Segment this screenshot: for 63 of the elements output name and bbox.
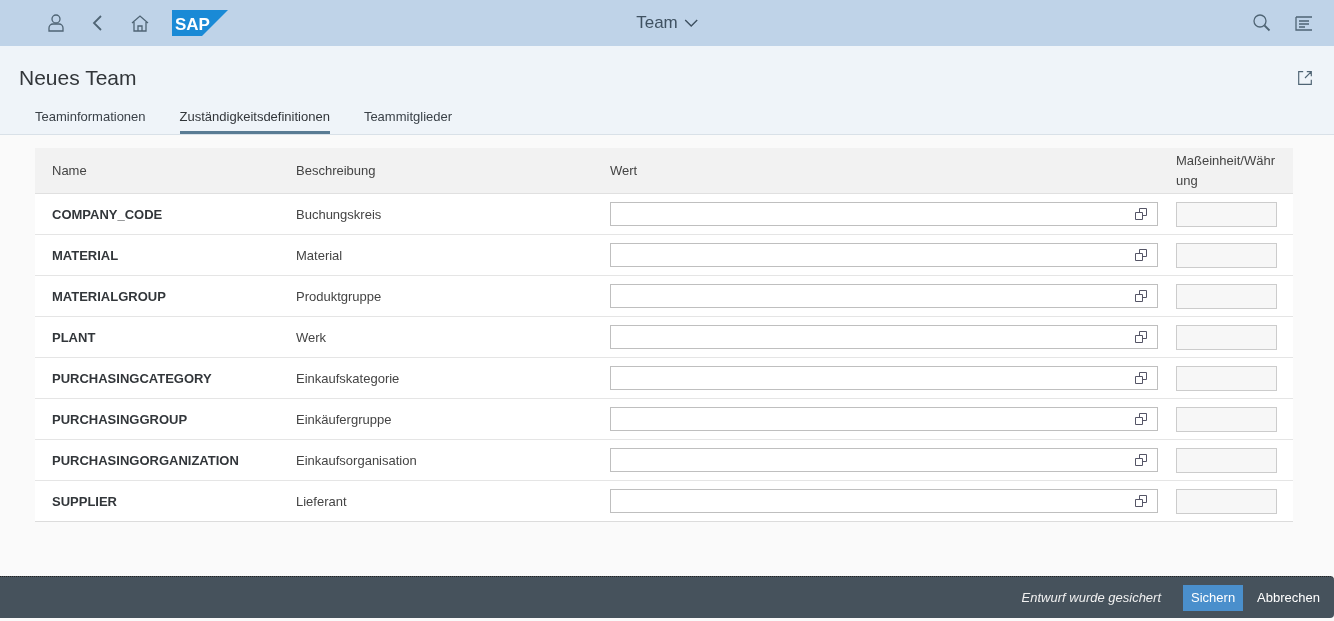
logo: SAP bbox=[172, 10, 228, 36]
home-icon bbox=[130, 13, 150, 33]
value-help-icon[interactable] bbox=[1134, 289, 1148, 303]
table-cell-text: PURCHASINGORGANIZATION bbox=[51, 452, 240, 468]
table-cell-text: MATERIALGROUP bbox=[51, 288, 167, 304]
value-help-icon[interactable] bbox=[1134, 371, 1148, 385]
caret-icon bbox=[683, 19, 698, 27]
value-help-icon[interactable] bbox=[1134, 207, 1148, 221]
table-cell-text: Einkaufskategorie bbox=[295, 370, 401, 386]
value-help-icon[interactable] bbox=[1134, 453, 1148, 467]
input-field[interactable] bbox=[1176, 365, 1277, 391]
input-field[interactable] bbox=[1176, 324, 1277, 350]
table-cell-text: SUPPLIER bbox=[51, 493, 118, 509]
search-button[interactable] bbox=[1252, 13, 1272, 33]
input-field[interactable] bbox=[610, 284, 1158, 308]
input-field[interactable] bbox=[1176, 242, 1277, 268]
home-button[interactable] bbox=[130, 13, 150, 33]
input-field[interactable] bbox=[610, 407, 1158, 431]
column-header: Wert bbox=[609, 161, 639, 180]
input-field[interactable] bbox=[610, 243, 1158, 267]
input-field[interactable] bbox=[1176, 406, 1277, 432]
tab[interactable]: Teammitglieder bbox=[363, 109, 453, 134]
menu-button[interactable] bbox=[1294, 13, 1314, 33]
value-help-icon[interactable] bbox=[1134, 248, 1148, 262]
table-cell-text: Einkaufsorganisation bbox=[295, 452, 418, 468]
tab[interactable]: Zuständigkeitsdefinitionen bbox=[179, 109, 330, 134]
table-cell-text: PURCHASINGCATEGORY bbox=[51, 370, 213, 386]
input-field[interactable] bbox=[610, 325, 1158, 349]
table-cell-text: COMPANY_CODE bbox=[51, 206, 164, 222]
column-header: Beschreibung bbox=[295, 161, 377, 180]
table-cell-text: Einkäufergruppe bbox=[295, 411, 393, 427]
user-button[interactable] bbox=[46, 13, 66, 33]
table-cell-text: Produktgruppe bbox=[295, 288, 383, 304]
table-cell-text: Material bbox=[295, 247, 344, 263]
table-cell-text: PURCHASINGGROUP bbox=[51, 411, 189, 427]
table-cell-text: PLANT bbox=[51, 329, 97, 345]
value-help-icon[interactable] bbox=[1134, 330, 1148, 344]
input-field[interactable] bbox=[610, 202, 1158, 226]
user-icon bbox=[46, 13, 66, 33]
input-field[interactable] bbox=[1176, 283, 1277, 309]
input-field[interactable] bbox=[1176, 447, 1277, 473]
share-button[interactable] bbox=[1296, 69, 1314, 87]
tab[interactable]: Teaminformationen bbox=[35, 109, 146, 134]
input-field[interactable] bbox=[1176, 488, 1277, 514]
menu-icon bbox=[1294, 13, 1314, 33]
page-title: Neues Team bbox=[19, 66, 137, 90]
cancel-button[interactable]: Abbrechen bbox=[1249, 584, 1328, 611]
input-field[interactable] bbox=[610, 366, 1158, 390]
input-field[interactable] bbox=[610, 448, 1158, 472]
table-cell-text: Buchungskreis bbox=[295, 206, 383, 222]
status-message: Entwurf wurde gesichert bbox=[1021, 590, 1162, 605]
app-title-menu[interactable]: Team bbox=[630, 12, 704, 34]
column-header: Maßeinheit/Währung bbox=[1175, 151, 1276, 190]
table-cell-text: Werk bbox=[295, 329, 328, 345]
column-header: Name bbox=[51, 161, 88, 180]
input-field[interactable] bbox=[610, 489, 1158, 513]
table-cell-text: MATERIAL bbox=[51, 247, 120, 263]
search-icon bbox=[1252, 13, 1272, 33]
table-cell-text: Lieferant bbox=[295, 493, 348, 509]
value-help-icon[interactable] bbox=[1134, 494, 1148, 508]
input-field[interactable] bbox=[1176, 201, 1277, 227]
share-icon bbox=[1296, 69, 1314, 87]
value-help-icon[interactable] bbox=[1134, 412, 1148, 426]
